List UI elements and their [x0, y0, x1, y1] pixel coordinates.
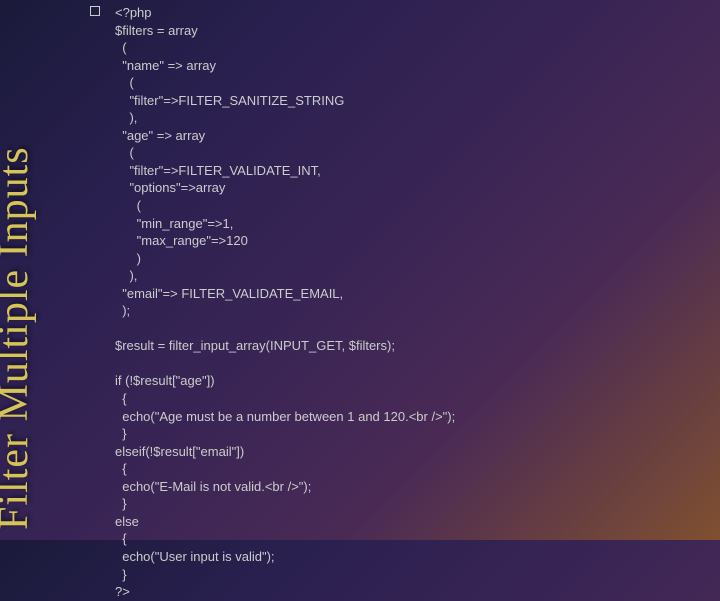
code-content: <?php $filters = array ( "name" => array…	[115, 4, 710, 601]
slide-title: Filter Multiple Inputs	[0, 146, 38, 530]
bullet-marker	[90, 6, 100, 16]
